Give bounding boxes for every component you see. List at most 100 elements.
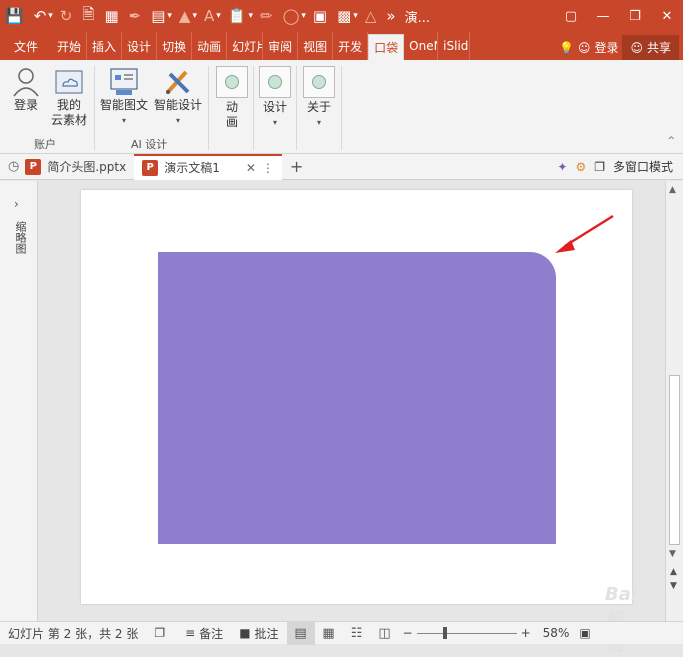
user-icon: ☺ [630, 40, 643, 55]
notes-icon: ≡ [185, 626, 196, 640]
tab-view[interactable]: 视图 [298, 32, 334, 60]
align-dropdown-icon[interactable]: ▾ [167, 11, 172, 21]
window-title: 演... [404, 10, 430, 26]
doctab-presentation1-label: 演示文稿1 [164, 161, 220, 175]
slide-sorter-icon[interactable]: ▦ [315, 622, 343, 645]
next-slide-icon[interactable]: ▼ [670, 581, 677, 591]
tab-animations[interactable]: 动画 [192, 32, 228, 60]
fit-to-window-icon[interactable]: ▣ [579, 626, 590, 640]
zoom-slider[interactable] [416, 626, 517, 639]
expand-panel-icon[interactable]: › [14, 197, 19, 211]
paste-dropdown-icon[interactable]: ▾ [248, 11, 253, 21]
thumbnail-panel: › 缩略图 [0, 181, 38, 621]
zoom-in-icon[interactable]: + [521, 626, 531, 640]
design-button[interactable]: 设计 ▾ [257, 66, 293, 130]
tab-transitions[interactable]: 切换 [157, 32, 193, 60]
brush-icon[interactable]: ✏ [255, 0, 278, 32]
scroll-up-icon[interactable]: ▲ [669, 185, 676, 195]
paste-icon[interactable]: 📋 [223, 0, 252, 32]
undo-dropdown-icon[interactable]: ▾ [48, 11, 53, 21]
tab-file[interactable]: 文件 [0, 32, 52, 60]
color-dropdown-icon[interactable]: ▾ [353, 11, 358, 21]
share-button[interactable]: ☺ 共享 [622, 35, 679, 60]
smart-design-icon [166, 70, 190, 94]
slide[interactable]: Bai 经验 [81, 190, 637, 656]
doctab-intro[interactable]: ◷ P 简介头图.pptx [0, 154, 134, 180]
animation-label-line1: 动 [225, 100, 238, 114]
normal-view-icon[interactable]: ▤ [286, 621, 315, 645]
login-button[interactable]: 登录 [8, 66, 44, 113]
thumbnail-label[interactable]: 缩略图 [14, 221, 28, 254]
ribbon-separator [296, 66, 297, 150]
shapes-icon[interactable]: ◯ [278, 0, 305, 32]
multiwindow-mode-button[interactable]: 多窗口模式 [613, 158, 673, 175]
close-tab-icon[interactable]: ✕ [246, 161, 256, 175]
tell-me-icon[interactable]: ☺ [578, 41, 591, 55]
close-window-icon[interactable]: ✕ [651, 9, 683, 24]
minimize-icon[interactable]: — [587, 9, 619, 24]
tabs-right-area: 💡 ☺ 登录 ☺ 共享 [559, 35, 683, 60]
vertical-scrollbar[interactable]: ▲ ▼ ▲ ▼ [665, 181, 683, 621]
slideshow-icon[interactable]: ◫ [371, 622, 399, 645]
zoom-level[interactable]: 58% [543, 626, 570, 640]
smart-design-dropdown-icon: ▾ [175, 116, 180, 125]
restore-icon[interactable]: ❐ [619, 9, 651, 24]
save-icon[interactable]: 💾 [0, 0, 29, 32]
smart-chart-button[interactable]: 智能图文 ▾ [98, 66, 150, 128]
tab-review[interactable]: 审阅 [263, 32, 299, 60]
scroll-thumb[interactable] [669, 375, 680, 545]
tab-islide[interactable]: iSlide [438, 32, 471, 60]
collapse-ribbon-icon[interactable]: ^ [667, 136, 675, 146]
tab-slideshow[interactable]: 幻灯片 [227, 32, 264, 60]
tab-home[interactable]: 开始 [52, 32, 88, 60]
reading-view-icon[interactable]: ☷ [343, 622, 371, 645]
fill-dropdown-icon[interactable]: ▾ [192, 11, 197, 21]
my-cloud-materials-button[interactable]: 我的 云素材 [50, 66, 88, 128]
doctab-presentation1[interactable]: P 演示文稿1 ✕ ⋮ [134, 153, 282, 180]
select-icon[interactable]: ▣ [308, 0, 332, 32]
zoom-out-icon[interactable]: − [403, 626, 413, 640]
tab-developer[interactable]: 开发 [333, 32, 369, 60]
animation-button[interactable]: 动 画 [214, 66, 250, 130]
rounded-corner-rectangle-shape[interactable] [158, 252, 556, 544]
cloud-folder-icon [55, 70, 83, 94]
more-commands-icon[interactable]: » [381, 0, 400, 32]
about-button[interactable]: 关于 ▾ [301, 66, 337, 130]
new-tab-button[interactable]: + [282, 154, 311, 180]
comment-icon: ■ [239, 626, 251, 640]
zoom-slider-thumb[interactable] [442, 626, 447, 639]
grid-icon[interactable]: ▦ [99, 0, 123, 32]
comments-label: 批注 [254, 626, 279, 641]
tab-pocket[interactable]: 口袋 [368, 34, 405, 60]
eyedropper-icon[interactable]: ✒ [124, 0, 147, 32]
design-dropdown-icon: ▾ [272, 118, 277, 127]
prev-slide-icon[interactable]: ▲ [670, 567, 677, 577]
font-color-dropdown-icon[interactable]: ▾ [216, 11, 221, 21]
pptx-file-icon: P [142, 159, 159, 176]
window-controls: ▢ — ❐ ✕ [555, 9, 683, 24]
smart-design-button[interactable]: 智能设计 ▾ [152, 66, 204, 128]
spell-check-icon[interactable]: ❐ [146, 626, 173, 640]
shapes-dropdown-icon[interactable]: ▾ [301, 11, 306, 21]
about-icon [303, 66, 335, 98]
notes-label: 备注 [199, 626, 224, 641]
new-file-icon[interactable]: 🗎 [77, 0, 99, 32]
comments-button[interactable]: ■ 批注 [231, 625, 286, 642]
arrange-icon[interactable]: △ [360, 0, 382, 32]
login-link[interactable]: 登录 [594, 39, 618, 56]
scroll-down-icon[interactable]: ▼ [669, 549, 676, 559]
ribbon-display-icon[interactable]: ▢ [555, 9, 587, 24]
tab-insert[interactable]: 插入 [87, 32, 123, 60]
tab-onenote[interactable]: OneN [404, 32, 439, 60]
settings-gear-icon[interactable]: ⚙ [575, 160, 586, 174]
magic-icon[interactable]: ✦ [557, 160, 567, 174]
tab-menu-icon[interactable]: ⋮ [262, 161, 274, 175]
multiwindow-icon: ❐ [594, 159, 605, 174]
redo-icon[interactable]: ↻ [55, 0, 78, 32]
notes-button[interactable]: ≡ 备注 [177, 625, 231, 642]
ribbon-separator [341, 66, 342, 150]
ribbon-panel: 登录 我的 云素材 账户 智能图文 ▾ 智能设计 ▾ AI 设计 动 画 设计 … [0, 60, 683, 154]
lightbulb-icon[interactable]: 💡 [559, 41, 574, 55]
tab-design[interactable]: 设计 [122, 32, 158, 60]
share-label: 共享 [646, 41, 671, 55]
